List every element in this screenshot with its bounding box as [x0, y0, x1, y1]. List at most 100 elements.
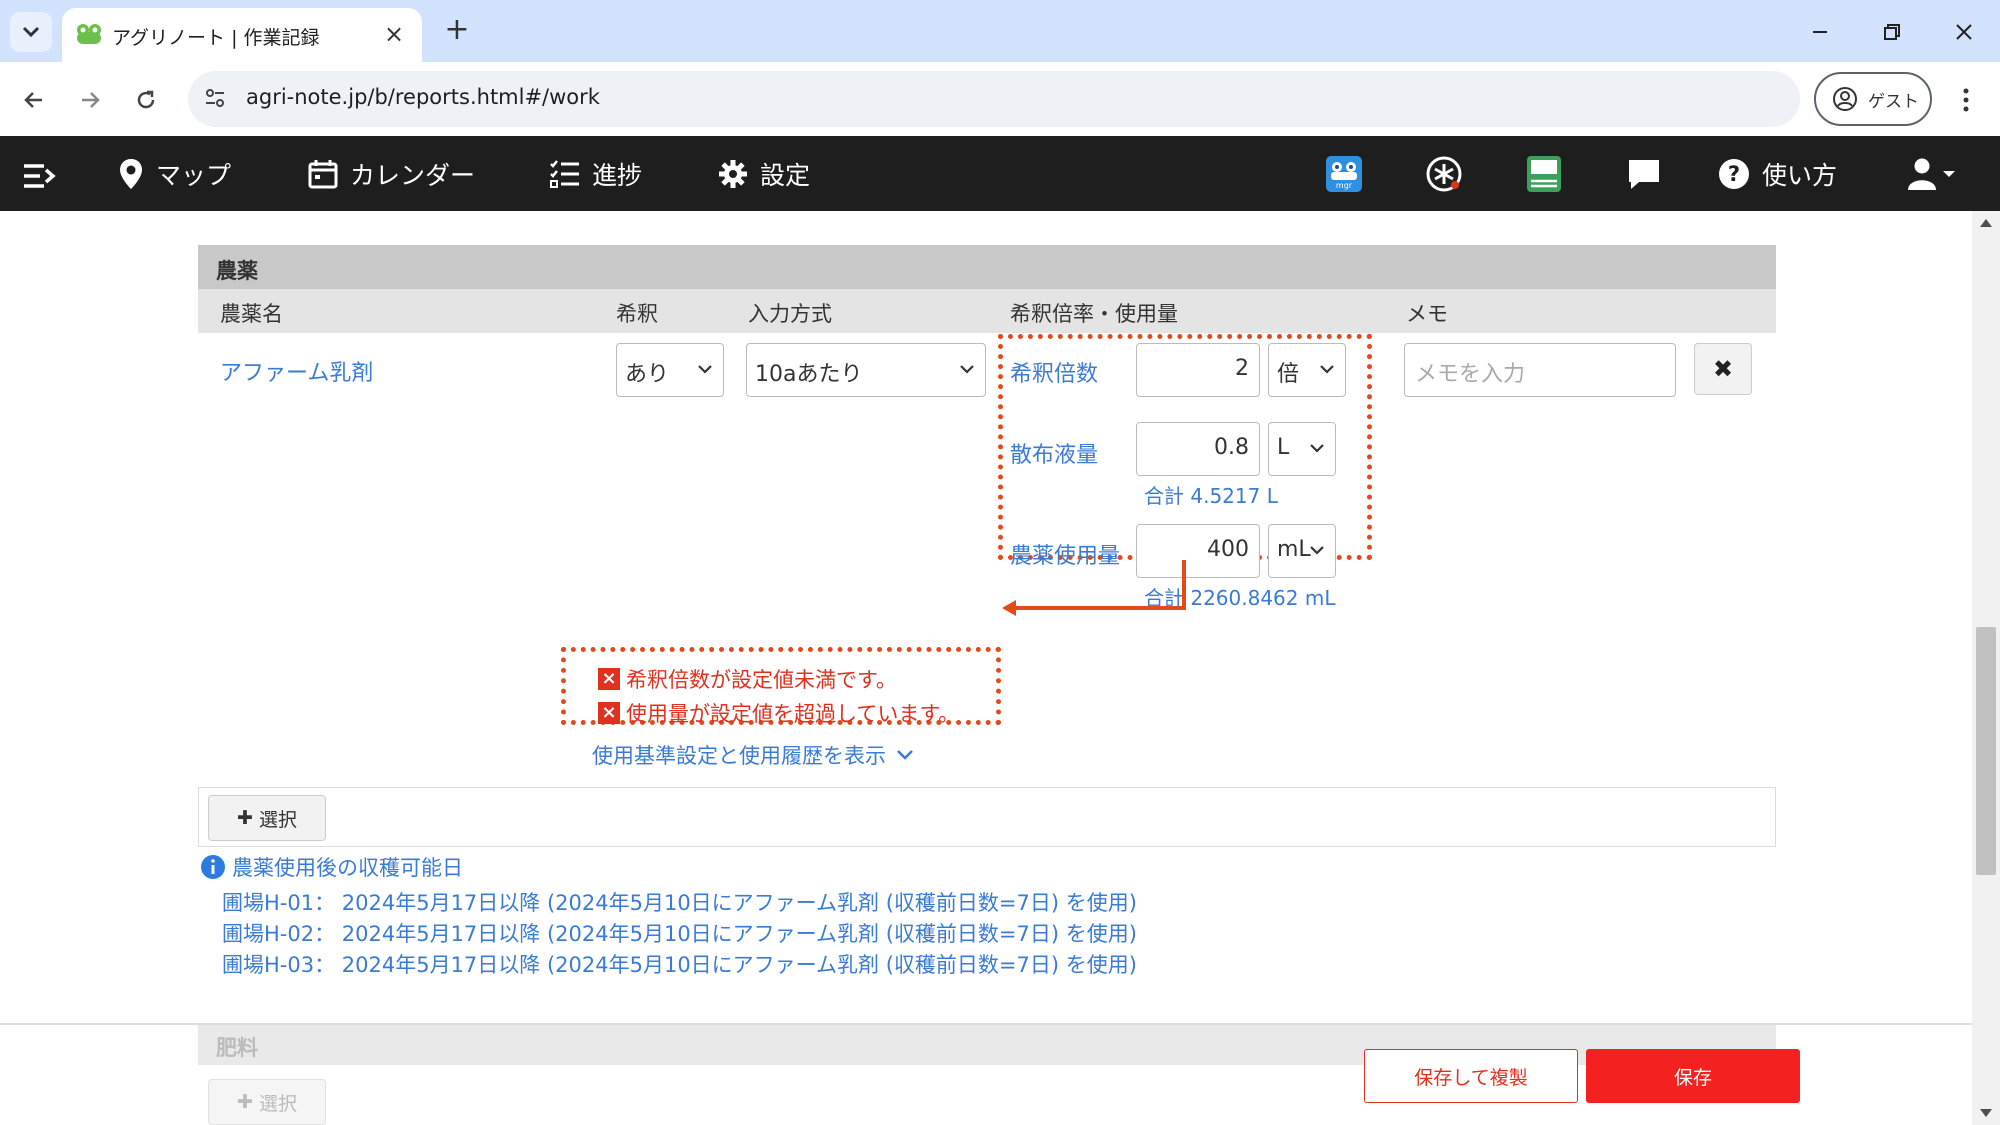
- profile-button[interactable]: ゲスト: [1814, 72, 1932, 126]
- chevron-down-icon: [1320, 365, 1334, 374]
- close-icon: ✖: [1712, 355, 1734, 383]
- app-navbar: マップ カレンダー 進捗 設定 mgr ? 使い方: [0, 136, 2000, 211]
- harvest-line-h02: 圃場H-02： 2024年5月17日以降 (2024年5月10日にアファーム乳剤…: [222, 922, 1137, 946]
- url-text: agri-note.jp/b/reports.html#/work: [246, 85, 600, 109]
- spray-volume-total: 合計 4.5217 L: [1144, 484, 1278, 508]
- spray-volume-unit-select[interactable]: L: [1268, 422, 1336, 476]
- scroll-down-icon[interactable]: [1980, 1109, 1992, 1117]
- col-memo: メモ: [1406, 302, 1448, 326]
- browser-toolbar: agri-note.jp/b/reports.html#/work ゲスト: [0, 62, 2000, 136]
- add-fertilizer-label: 選択: [258, 1092, 297, 1115]
- scrollbar-thumb[interactable]: [1976, 627, 1996, 875]
- pesticide-table-header: 農薬名 希釈 入力方式 希釈倍率・使用量 メモ: [198, 289, 1776, 333]
- mgr-icon[interactable]: mgr: [1324, 154, 1364, 194]
- col-pesticide-name: 農薬名: [220, 302, 283, 326]
- dilution-ratio-input[interactable]: 2: [1136, 343, 1260, 397]
- svg-text:mgr: mgr: [1336, 181, 1353, 190]
- chevron-down-icon: [897, 750, 913, 760]
- browser-menu-icon[interactable]: [1946, 80, 1986, 120]
- pesticide-search-icon[interactable]: [1524, 154, 1564, 194]
- nav-calendar-label: カレンダー: [350, 160, 476, 190]
- nav-help-label: 使い方: [1762, 160, 1838, 190]
- error-usage-amount-text: 使用量が設定値を超過しています。: [626, 702, 960, 726]
- tab-title: アグリノート | 作業記録: [112, 27, 320, 49]
- back-icon[interactable]: [14, 80, 54, 120]
- nav-map[interactable]: マップ: [118, 136, 231, 211]
- close-window-icon[interactable]: [1944, 12, 1984, 52]
- memo-input[interactable]: メモを入力: [1404, 343, 1676, 397]
- pesticide-add-area: [198, 787, 1776, 847]
- input-method-select[interactable]: 10aあたり: [746, 343, 986, 397]
- svg-text:?: ?: [1728, 162, 1740, 186]
- delete-pesticide-button[interactable]: ✖: [1694, 343, 1752, 395]
- dilution-select[interactable]: あり: [616, 343, 724, 397]
- account-circle-icon: [1833, 87, 1857, 111]
- error-dilution-ratio-text: 希釈倍数が設定値未満です。: [626, 668, 897, 692]
- scroll-up-icon[interactable]: [1980, 219, 1992, 227]
- error-x-icon: ×: [598, 702, 620, 724]
- reload-icon[interactable]: [126, 80, 166, 120]
- checklist-icon: [550, 159, 579, 188]
- address-bar[interactable]: agri-note.jp/b/reports.html#/work: [188, 71, 1800, 127]
- chevron-down-icon: [1310, 444, 1324, 453]
- annotation-arrow: [1002, 560, 1186, 616]
- save-and-duplicate-button[interactable]: 保存して複製: [1364, 1049, 1578, 1103]
- chat-icon[interactable]: [1624, 154, 1664, 194]
- usage-amount-unit: mL: [1277, 537, 1311, 562]
- spray-volume-input[interactable]: 0.8: [1136, 422, 1260, 476]
- dilution-ratio-label: 希釈倍数: [1010, 362, 1099, 387]
- col-dilution-usage: 希釈倍率・使用量: [1010, 302, 1178, 326]
- save-button[interactable]: 保存: [1586, 1049, 1800, 1103]
- chevron-down-icon: [1310, 546, 1324, 555]
- tab-search-button[interactable]: [10, 12, 52, 52]
- gear-icon: [719, 159, 747, 188]
- pesticide-name-link[interactable]: アファーム乳剤: [220, 355, 373, 387]
- nav-calendar[interactable]: カレンダー: [308, 136, 475, 211]
- pesticide-section-header: 農薬: [198, 245, 1776, 289]
- add-pesticide-button[interactable]: ✚ 選択: [208, 795, 326, 841]
- work-report-content: 農薬 農薬名 希釈 入力方式 希釈倍率・使用量 メモ アファーム乳剤 あり 10…: [0, 211, 1972, 1125]
- chevron-down-icon: [960, 365, 974, 374]
- browser-tab-bar: アグリノート | 作業記録 × +: [0, 0, 2000, 62]
- page-scrollbar[interactable]: [1972, 211, 2000, 1125]
- spray-volume-label: 散布液量: [1010, 443, 1099, 468]
- nav-progress[interactable]: 進捗: [550, 136, 642, 211]
- nav-settings-label: 設定: [760, 160, 811, 190]
- col-dilution: 希釈: [616, 302, 658, 326]
- col-input-method: 入力方式: [748, 302, 832, 326]
- site-settings-icon[interactable]: [202, 85, 228, 116]
- sidebar-toggle-icon[interactable]: [22, 156, 56, 196]
- forward-icon[interactable]: [70, 80, 110, 120]
- show-usage-history-label: 使用基準設定と使用履歴を表示: [592, 744, 886, 768]
- nav-progress-label: 進捗: [592, 160, 643, 190]
- plus-icon: ✚: [237, 1091, 253, 1113]
- error-x-icon: ×: [598, 668, 620, 690]
- nav-map-label: マップ: [156, 160, 232, 190]
- show-usage-history-link[interactable]: 使用基準設定と使用履歴を表示: [592, 740, 914, 770]
- dilution-select-value: あり: [625, 362, 670, 387]
- dilution-ratio-unit-select[interactable]: 倍: [1268, 343, 1346, 397]
- asterisk-icon[interactable]: [1424, 154, 1464, 194]
- chevron-down-icon: [698, 365, 712, 374]
- add-fertilizer-button[interactable]: ✚ 選択: [208, 1079, 326, 1125]
- error-usage-amount: × 使用量が設定値を超過しています。: [598, 698, 959, 728]
- chevron-down-icon: [22, 26, 40, 38]
- new-tab-button[interactable]: +: [440, 14, 474, 48]
- minimize-icon[interactable]: [1800, 12, 1840, 52]
- harvest-info-title: 農薬使用後の収穫可能日: [200, 852, 463, 882]
- browser-tab-active[interactable]: アグリノート | 作業記録 ×: [62, 8, 422, 62]
- harvest-line-h03: 圃場H-03： 2024年5月17日以降 (2024年5月10日にアファーム乳剤…: [222, 953, 1137, 977]
- tab-close-icon[interactable]: ×: [380, 20, 408, 48]
- user-icon: [1908, 158, 1955, 190]
- help-icon: ?: [1719, 158, 1749, 189]
- usage-amount-unit-select[interactable]: mL: [1268, 524, 1336, 578]
- map-pin-icon: [120, 158, 142, 189]
- input-method-select-value: 10aあたり: [755, 362, 863, 387]
- restore-icon[interactable]: [1872, 12, 1912, 52]
- nav-settings[interactable]: 設定: [718, 136, 810, 211]
- error-dilution-ratio: × 希釈倍数が設定値未満です。: [598, 664, 897, 694]
- calendar-icon: [308, 159, 338, 188]
- user-menu[interactable]: [1906, 154, 1960, 194]
- nav-help[interactable]: ? 使い方: [1718, 136, 1837, 211]
- agrinote-favicon-icon: [76, 22, 102, 51]
